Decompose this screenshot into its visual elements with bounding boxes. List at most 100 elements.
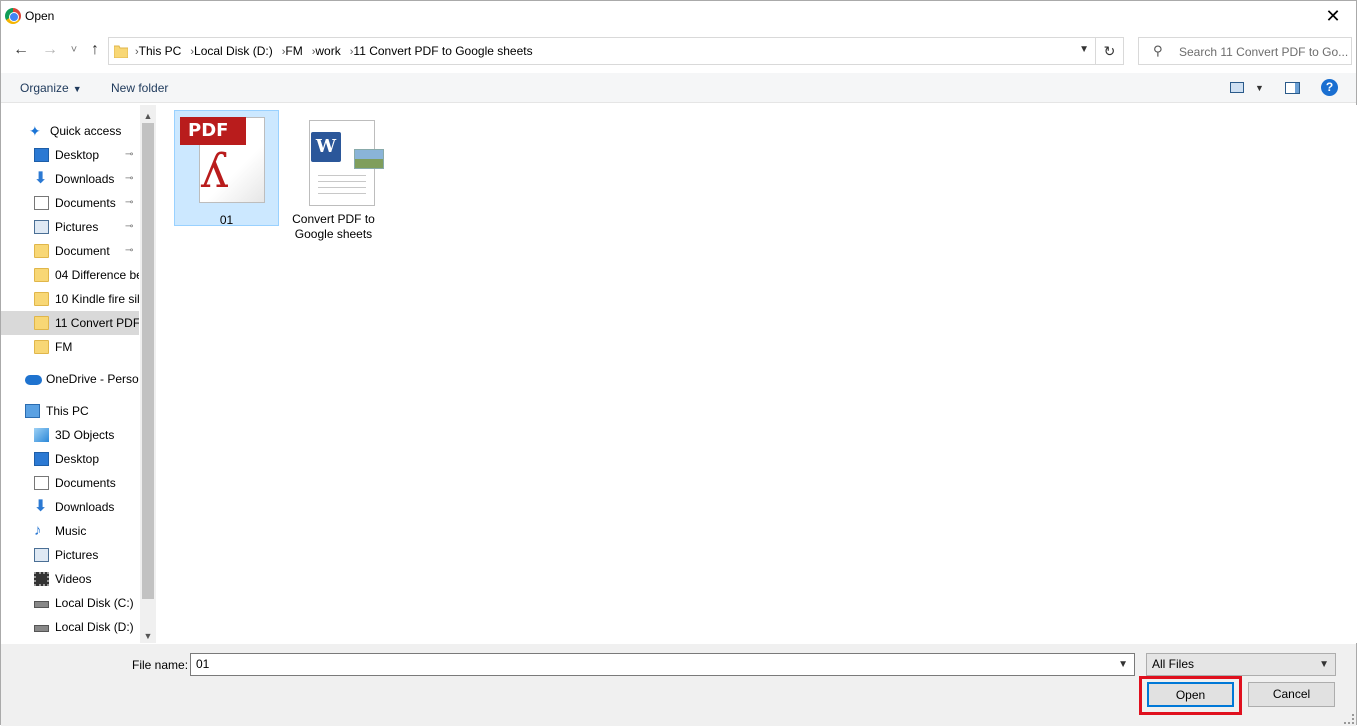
sidebar-item[interactable]: Videos <box>1 567 139 591</box>
navigation-pane-scrollbar[interactable]: ▲ ▼ <box>140 105 156 643</box>
download-icon: ⬇ <box>34 170 48 187</box>
up-button[interactable]: ↑ <box>86 41 104 59</box>
file-name: 01 <box>219 213 234 227</box>
file-type-select[interactable]: All Files ▼ <box>1146 653 1336 676</box>
sidebar-item-label: 3D Objects <box>55 428 115 442</box>
file-name-input[interactable]: 01 ▼ <box>190 653 1135 676</box>
sidebar-item[interactable]: 04 Difference be <box>1 263 139 287</box>
file-list: PDF ʎ 01 W Convert PDF to Google sheets <box>157 105 1357 643</box>
search-icon: ⚲ <box>1153 43 1163 58</box>
acrobat-icon: ʎ <box>201 143 229 199</box>
sidebar-item-label: Desktop <box>55 452 100 466</box>
refresh-button[interactable]: ↻ <box>1095 38 1123 64</box>
open-button-highlight <box>1139 676 1242 715</box>
sidebar-item[interactable]: Desktop ⊸ <box>1 143 139 167</box>
breadcrumb-current-folder[interactable]: 11 Convert PDF to Google sheets <box>353 44 532 58</box>
breadcrumb-fm[interactable]: FM <box>285 44 302 58</box>
view-options-dropdown[interactable]: ▼ <box>1255 83 1264 93</box>
change-view-icon[interactable] <box>1230 82 1244 93</box>
sidebar-item-label: Downloads <box>55 500 115 514</box>
file-name: Convert PDF to Google sheets <box>292 212 375 241</box>
title-bar: Open ✕ <box>1 1 1356 31</box>
sidebar-item[interactable]: Document ⊸ <box>1 239 139 263</box>
desktop-icon <box>34 452 49 466</box>
search-placeholder: Search 11 Convert PDF to Go... <box>1179 45 1349 59</box>
search-box[interactable]: ⚲ Search 11 Convert PDF to Go... <box>1138 37 1352 65</box>
organize-button[interactable]: Organize ▼ <box>20 81 82 95</box>
file-name-label: File name: <box>132 658 189 672</box>
scroll-up-icon[interactable]: ▲ <box>140 111 156 121</box>
sidebar-item-label: Pictures <box>55 548 99 562</box>
back-button[interactable]: ← <box>12 41 30 59</box>
pin-icon: ⊸ <box>125 149 134 160</box>
pin-icon: ⊸ <box>125 221 134 232</box>
sidebar-item-label: Documents <box>55 196 116 210</box>
sidebar-item[interactable]: 10 Kindle fire sill <box>1 287 139 311</box>
breadcrumb: ›This PC ›Local Disk (D:) ›FM ›work ›11 Conv… <box>135 38 533 64</box>
help-icon[interactable]: ? <box>1321 79 1338 96</box>
sidebar-item-label: 11 Convert PDF <box>55 316 139 330</box>
chevron-down-icon[interactable]: ▼ <box>1118 654 1128 675</box>
file-item-convert-pdf-to-google-sheets[interactable]: W Convert PDF to Google sheets <box>281 110 386 241</box>
sidebar-item[interactable]: Desktop <box>1 447 139 471</box>
sidebar-item[interactable]: Documents ⊸ <box>1 191 139 215</box>
sidebar-item[interactable]: OneDrive - Person <box>1 367 139 391</box>
documents-icon <box>34 196 49 210</box>
address-bar[interactable]: ›This PC ›Local Disk (D:) ›FM ›work ›11 Conv… <box>108 37 1124 65</box>
cancel-button[interactable]: Cancel <box>1248 682 1335 707</box>
sidebar-item[interactable]: Documents <box>1 471 139 495</box>
sidebar-item[interactable]: 11 Convert PDF <box>1 311 139 335</box>
sidebar-item-label: Local Disk (D:) <box>55 620 134 634</box>
star-icon: ✦ <box>29 123 41 139</box>
resize-grip[interactable] <box>1344 714 1354 724</box>
download-icon: ⬇ <box>34 498 48 515</box>
close-button[interactable]: ✕ <box>1310 1 1356 31</box>
open-file-dialog: Open ✕ ← → ˅ ↑ ›This PC ›Local Disk (D:) ›… <box>0 0 1357 726</box>
organize-label: Organize <box>20 81 69 95</box>
sidebar-item[interactable]: ✦ Quick access <box>1 119 139 143</box>
sidebar-item-label: Desktop <box>55 148 100 162</box>
chevron-down-icon: ▼ <box>1319 659 1329 670</box>
folder-icon <box>34 292 49 306</box>
sidebar-item[interactable]: Pictures <box>1 543 139 567</box>
folder-icon <box>34 340 49 354</box>
music-icon: ♪ <box>34 522 42 539</box>
pictures-icon <box>34 548 49 562</box>
breadcrumb-this-pc[interactable]: This PC <box>139 44 182 58</box>
window-title: Open <box>25 9 55 23</box>
drive-icon <box>34 601 49 608</box>
sidebar-item[interactable]: 3D Objects <box>1 423 139 447</box>
breadcrumb-local-disk-d[interactable]: Local Disk (D:) <box>194 44 273 58</box>
folder-icon <box>114 45 128 58</box>
sidebar-item[interactable]: Pictures ⊸ <box>1 215 139 239</box>
sidebar-item-label: Pictures <box>55 220 99 234</box>
new-folder-button[interactable]: New folder <box>111 81 168 95</box>
pictures-icon <box>34 220 49 234</box>
forward-button[interactable]: → <box>41 41 59 59</box>
sidebar-item[interactable]: ♪ Music <box>1 519 139 543</box>
recent-locations-button[interactable]: ˅ <box>65 41 83 59</box>
chrome-icon <box>5 8 21 24</box>
scroll-down-icon[interactable]: ▼ <box>140 631 156 641</box>
sidebar-item[interactable]: ⬇ Downloads <box>1 495 139 519</box>
drive-icon <box>34 625 49 632</box>
folder-icon <box>34 244 49 258</box>
sidebar-item-label: This PC <box>46 404 89 418</box>
sidebar-item-label: Videos <box>55 572 92 586</box>
chevron-down-icon[interactable]: ▼ <box>1079 44 1089 55</box>
pin-icon: ⊸ <box>125 197 134 208</box>
preview-pane-icon[interactable] <box>1285 82 1300 94</box>
navigation-pane: ✦ Quick access Desktop ⊸ ⬇ Downloads ⊸ Document… <box>1 105 156 643</box>
cube-icon <box>34 428 49 442</box>
sidebar-item[interactable]: FM <box>1 335 139 359</box>
breadcrumb-work[interactable]: work <box>315 44 340 58</box>
sidebar-item-label: OneDrive - Person <box>46 372 139 386</box>
sidebar-item[interactable]: Local Disk (C:) <box>1 591 139 615</box>
folder-icon <box>34 316 49 330</box>
sidebar-item[interactable]: This PC <box>1 399 139 423</box>
sidebar-item[interactable]: Local Disk (D:) <box>1 615 139 639</box>
sidebar-item-label: Documents <box>55 476 116 490</box>
sidebar-item[interactable]: ⬇ Downloads ⊸ <box>1 167 139 191</box>
file-item-01[interactable]: PDF ʎ 01 <box>174 110 279 227</box>
scrollbar-thumb[interactable] <box>142 123 154 599</box>
